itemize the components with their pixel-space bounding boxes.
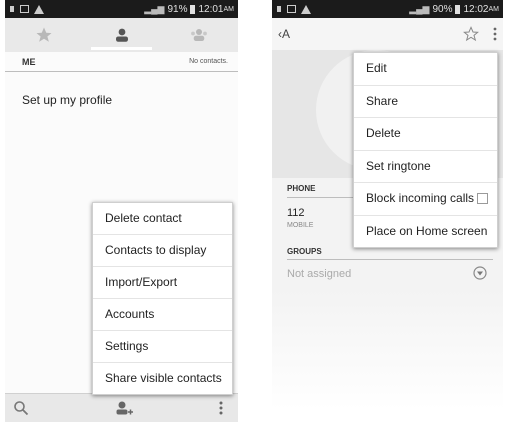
group-icon bbox=[191, 29, 208, 41]
contact-name: A bbox=[282, 27, 291, 41]
overflow-menu-icon[interactable] bbox=[219, 400, 223, 416]
clock-ampm: AM bbox=[223, 5, 235, 13]
menu-item-settings[interactable]: Settings bbox=[93, 331, 232, 363]
phone-number[interactable]: 112 bbox=[287, 207, 305, 219]
groups-divider bbox=[287, 259, 493, 260]
favorite-star-icon[interactable] bbox=[463, 26, 479, 42]
block-calls-checkbox[interactable] bbox=[477, 193, 489, 205]
warning-icon bbox=[34, 4, 44, 14]
bottom-action-bar bbox=[5, 393, 238, 422]
overflow-menu-icon[interactable] bbox=[493, 27, 497, 41]
phone-type: MOBILE bbox=[287, 222, 314, 229]
tab-groups[interactable] bbox=[160, 18, 238, 52]
signal-icon: ▂▄▆ bbox=[409, 3, 430, 14]
tab-contacts[interactable] bbox=[83, 18, 161, 52]
image-notification-icon bbox=[20, 5, 29, 13]
battery-icon bbox=[455, 4, 461, 14]
me-section-title: ME bbox=[22, 56, 36, 67]
setup-profile-label: Set up my profile bbox=[22, 93, 113, 107]
menu-item-place-on-home[interactable]: Place on Home screen bbox=[354, 216, 497, 248]
contacts-overflow-menu: Delete contact Contacts to display Impor… bbox=[92, 202, 233, 395]
menu-item-accounts[interactable]: Accounts bbox=[93, 299, 232, 331]
add-contact-icon[interactable] bbox=[115, 400, 133, 416]
notification-icons bbox=[9, 4, 44, 14]
status-bar: ▂▄▆ 90% 12:02 AM bbox=[272, 0, 503, 18]
block-calls-label: Block incoming calls bbox=[366, 191, 475, 205]
groups-value[interactable]: Not assigned bbox=[287, 268, 351, 280]
notification-icons bbox=[276, 4, 311, 14]
menu-item-edit[interactable]: Edit bbox=[354, 53, 497, 86]
menu-item-set-ringtone[interactable]: Set ringtone bbox=[354, 151, 497, 183]
battery-percent: 90% bbox=[432, 3, 453, 15]
menu-item-block-calls[interactable]: Block incoming calls bbox=[354, 183, 497, 216]
menu-item-contacts-to-display[interactable]: Contacts to display bbox=[93, 235, 232, 267]
clock: 12:02 bbox=[463, 3, 489, 15]
me-section-header: ME No contacts. bbox=[5, 52, 238, 72]
contacts-tab-bar bbox=[5, 18, 238, 52]
image-notification-icon bbox=[287, 5, 296, 13]
menu-item-share[interactable]: Share bbox=[354, 86, 497, 118]
contact-action-bar: ‹A bbox=[272, 18, 503, 50]
menu-item-import-export[interactable]: Import/Export bbox=[93, 267, 232, 299]
back-button[interactable]: ‹A bbox=[278, 27, 290, 41]
menu-item-delete[interactable]: Delete bbox=[354, 118, 497, 151]
battery-icon bbox=[190, 4, 196, 14]
search-icon[interactable] bbox=[13, 400, 29, 416]
menu-item-share-visible-contacts[interactable]: Share visible contacts bbox=[93, 363, 232, 394]
usb-icon bbox=[10, 6, 14, 12]
warning-icon bbox=[301, 4, 311, 14]
tab-favorites[interactable] bbox=[5, 18, 83, 52]
phone-section-header: PHONE bbox=[287, 184, 316, 193]
contact-overflow-menu: Edit Share Delete Set ringtone Block inc… bbox=[353, 52, 498, 248]
battery-percent: 91% bbox=[167, 3, 188, 15]
signal-icon: ▂▄▆ bbox=[144, 3, 165, 14]
clock-ampm: AM bbox=[488, 5, 500, 13]
status-bar: ▂▄▆ 91% 12:01 AM bbox=[5, 0, 238, 18]
setup-profile-row[interactable]: Set up my profile bbox=[5, 72, 238, 140]
contact-detail-background bbox=[272, 290, 503, 410]
groups-expand-icon[interactable] bbox=[473, 266, 487, 280]
person-icon bbox=[115, 28, 128, 42]
groups-section-header: GROUPS bbox=[287, 247, 322, 256]
usb-icon bbox=[277, 6, 281, 12]
no-contacts-label: No contacts. bbox=[189, 58, 228, 65]
star-icon bbox=[36, 27, 52, 42]
menu-item-delete-contact[interactable]: Delete contact bbox=[93, 203, 232, 235]
clock: 12:01 bbox=[198, 3, 224, 15]
